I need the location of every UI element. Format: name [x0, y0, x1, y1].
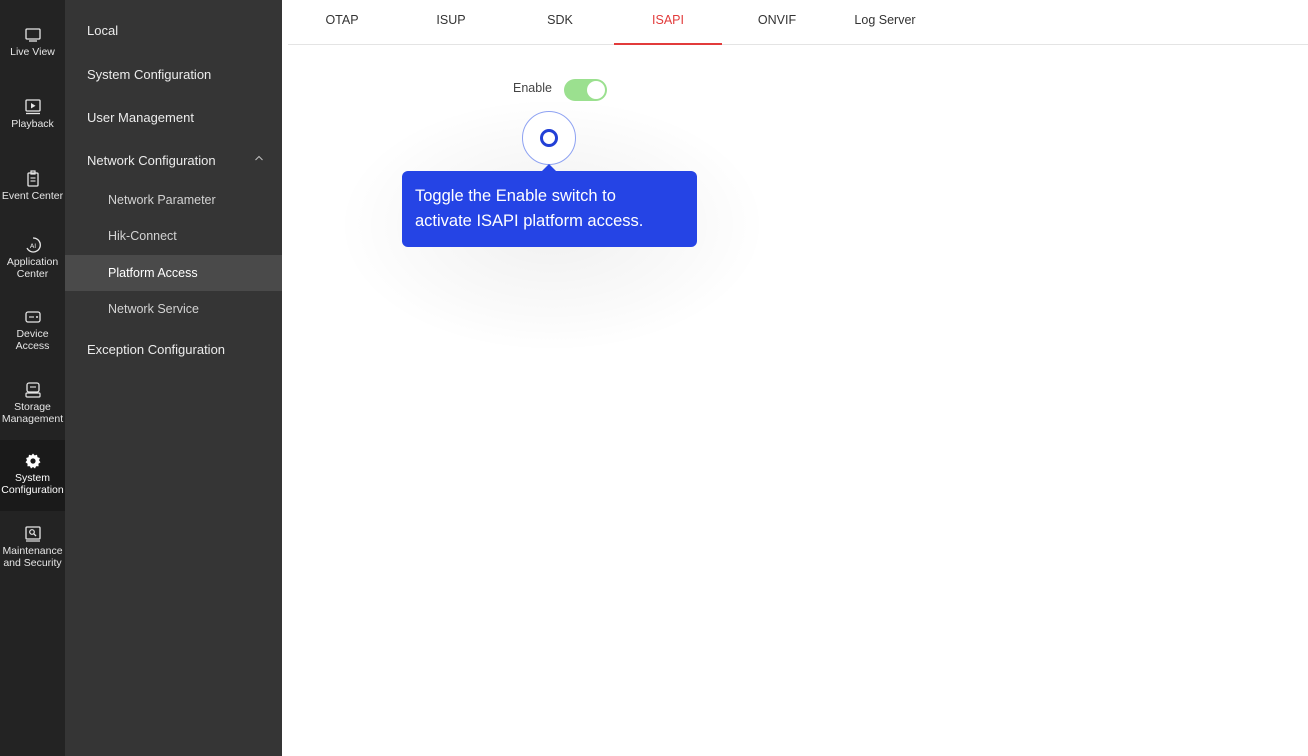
- menu-network-configuration[interactable]: Network Configuration: [65, 153, 282, 169]
- menu-network-configuration-label: Network Configuration: [87, 153, 216, 168]
- instruction-tooltip: Toggle the Enable switch to activate ISA…: [402, 164, 697, 247]
- secondary-menu: Local System Configuration User Manageme…: [65, 0, 282, 756]
- nav-maintenance-security[interactable]: Maintenance and Security: [0, 525, 65, 573]
- enable-label: Enable: [513, 81, 552, 95]
- nav-application-center-label: Application Center: [6, 256, 59, 280]
- nav-maintenance-security-label: Maintenance and Security: [2, 545, 63, 569]
- toggle-knob: [587, 81, 605, 99]
- nav-event-center[interactable]: Event Center: [0, 170, 65, 206]
- monitor-icon: [24, 26, 42, 44]
- chevron-up-icon: [254, 153, 264, 166]
- nav-playback-label: Playback: [11, 118, 54, 130]
- nav-live-view-label: Live View: [10, 46, 55, 58]
- tab-isapi[interactable]: ISAPI: [614, 0, 722, 45]
- tooltip-line-1: Toggle the Enable switch to: [415, 187, 616, 205]
- tooltip-line-2: activate ISAPI platform access.: [415, 212, 644, 230]
- nav-live-view[interactable]: Live View: [0, 26, 65, 62]
- nav-device-access[interactable]: Device Access: [0, 308, 65, 356]
- tab-isup[interactable]: ISUP: [397, 0, 505, 44]
- tab-onvif[interactable]: ONVIF: [723, 0, 831, 44]
- playback-icon: [24, 98, 42, 116]
- nav-system-configuration[interactable]: System Configuration: [0, 440, 65, 511]
- menu-user-management[interactable]: User Management: [65, 110, 282, 125]
- nav-device-access-label: Device Access: [15, 328, 50, 352]
- nav-application-center[interactable]: AI Application Center: [0, 236, 65, 284]
- maintenance-icon: [24, 525, 42, 543]
- storage-icon: [24, 381, 42, 399]
- app-window: Live View Playback Event Center AI Appli…: [0, 0, 1308, 756]
- menu-platform-access[interactable]: Platform Access: [65, 255, 282, 291]
- menu-hik-connect[interactable]: Hik-Connect: [65, 229, 282, 243]
- main-content: OTAP ISUP SDK ISAPI ONVIF Log Server Ena…: [282, 0, 1308, 756]
- nav-playback[interactable]: Playback: [0, 98, 65, 134]
- main-nav-rail: Live View Playback Event Center AI Appli…: [0, 0, 65, 756]
- menu-network-service[interactable]: Network Service: [65, 302, 282, 316]
- gear-icon: [24, 452, 42, 470]
- ai-icon: AI: [24, 236, 42, 254]
- click-target-dot: [540, 129, 558, 147]
- enable-toggle[interactable]: [564, 79, 607, 101]
- svg-text:AI: AI: [29, 242, 35, 250]
- clipboard-icon: [24, 170, 42, 188]
- nav-event-center-label: Event Center: [1, 190, 64, 202]
- nav-system-configuration-label: System Configuration: [1, 472, 64, 496]
- tab-log-server[interactable]: Log Server: [831, 0, 939, 44]
- tab-otap[interactable]: OTAP: [288, 0, 396, 44]
- device-icon: [24, 308, 42, 326]
- menu-system-configuration[interactable]: System Configuration: [65, 67, 282, 82]
- nav-storage-management-label: Storage Management: [1, 401, 64, 425]
- click-target-indicator: [522, 111, 576, 165]
- tab-sdk[interactable]: SDK: [506, 0, 614, 44]
- menu-exception-configuration[interactable]: Exception Configuration: [65, 342, 282, 357]
- menu-network-parameter[interactable]: Network Parameter: [65, 193, 282, 207]
- menu-local[interactable]: Local: [65, 23, 282, 38]
- platform-tabs: OTAP ISUP SDK ISAPI ONVIF Log Server: [288, 0, 1308, 45]
- nav-storage-management[interactable]: Storage Management: [0, 381, 65, 429]
